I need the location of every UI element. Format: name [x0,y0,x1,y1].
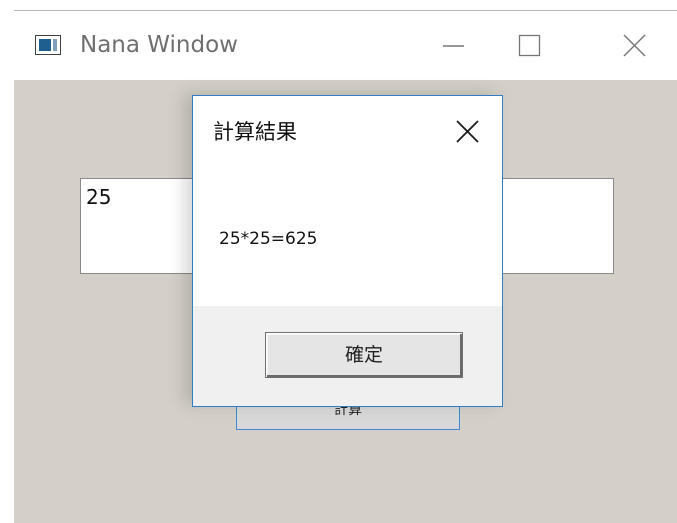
close-icon [456,120,479,143]
window-icon-pane-accent [53,39,57,51]
dialog-message: 25*25=625 [219,229,318,249]
close-icon [623,34,646,57]
dialog-footer: 確定 [193,306,502,406]
ok-button[interactable]: 確定 [265,332,463,378]
close-button[interactable] [614,25,658,65]
window-icon [35,35,61,55]
calculate-button[interactable]: 計算 [236,406,460,430]
calculate-button-label: 計算 [334,406,362,416]
maximize-icon [518,34,541,57]
window-icon-pane [39,39,51,51]
minimize-button[interactable] [433,25,477,65]
window-title: Nana Window [80,32,238,58]
dialog-title: 計算結果 [213,120,297,144]
title-bar[interactable]: Nana Window [14,11,677,79]
result-dialog: 計算結果 25*25=625 確定 [192,95,503,407]
dialog-close-button[interactable] [454,118,482,146]
maximize-button[interactable] [510,25,554,65]
minimize-icon [443,45,464,47]
